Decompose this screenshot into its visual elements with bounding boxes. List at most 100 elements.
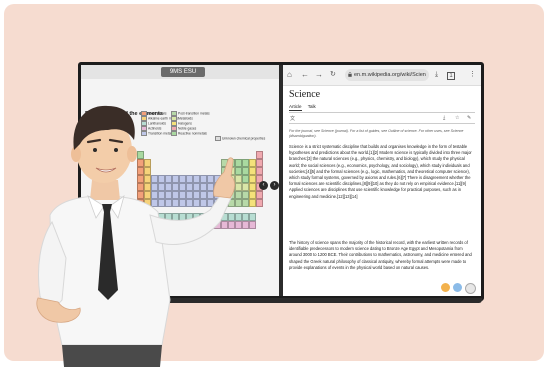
actinoid-cell[interactable] [165, 221, 172, 229]
lanthanoid-cell[interactable] [172, 213, 179, 221]
element-cell[interactable] [249, 191, 256, 199]
element-cell[interactable] [144, 175, 151, 183]
element-cell[interactable] [158, 175, 165, 183]
split-right-handle-icon[interactable]: › [270, 181, 279, 190]
lanthanoid-cell[interactable] [151, 213, 158, 221]
element-cell[interactable] [256, 159, 263, 167]
actinoid-cell[interactable] [186, 221, 193, 229]
element-cell[interactable] [144, 183, 151, 191]
element-cell[interactable] [193, 199, 200, 207]
lanthanoid-cell[interactable] [207, 213, 214, 221]
element-cell[interactable] [200, 199, 207, 207]
watch-star-icon[interactable]: ☆ [455, 115, 459, 121]
lanthanoid-cell[interactable] [165, 213, 172, 221]
element-cell[interactable] [144, 167, 151, 175]
element-cell[interactable] [186, 199, 193, 207]
element-cell[interactable] [172, 191, 179, 199]
element-cell[interactable] [249, 199, 256, 207]
lanthanoid-cell[interactable] [228, 213, 235, 221]
element-cell[interactable] [235, 167, 242, 175]
element-cell[interactable] [151, 175, 158, 183]
element-cell[interactable] [228, 175, 235, 183]
element-cell[interactable] [137, 151, 144, 159]
actinoid-cell[interactable] [221, 221, 228, 229]
tab-article[interactable]: Article [289, 104, 302, 111]
element-cell[interactable] [172, 175, 179, 183]
lanthanoid-cell[interactable] [221, 213, 228, 221]
element-cell[interactable] [221, 191, 228, 199]
element-cell[interactable] [193, 191, 200, 199]
split-left-handle-icon[interactable]: ‹ [259, 181, 268, 190]
element-cell[interactable] [137, 199, 144, 207]
element-cell[interactable] [214, 175, 221, 183]
lanthanoid-cell[interactable] [158, 213, 165, 221]
lanthanoid-cell[interactable] [235, 213, 242, 221]
element-cell[interactable] [256, 167, 263, 175]
element-cell[interactable] [221, 183, 228, 191]
element-cell[interactable] [193, 175, 200, 183]
element-cell[interactable] [179, 183, 186, 191]
element-cell[interactable] [228, 183, 235, 191]
element-cell[interactable] [207, 175, 214, 183]
element-cell[interactable] [214, 199, 221, 207]
lanthanoid-cell[interactable] [186, 213, 193, 221]
overflow-menu-icon[interactable]: ⋮ [469, 70, 476, 80]
actinoid-cell[interactable] [179, 221, 186, 229]
element-cell[interactable] [242, 183, 249, 191]
actinoid-cell[interactable] [200, 221, 207, 229]
actinoid-cell[interactable] [158, 221, 165, 229]
element-cell[interactable] [221, 175, 228, 183]
element-cell[interactable] [221, 159, 228, 167]
lanthanoid-cell[interactable] [193, 213, 200, 221]
element-cell[interactable] [242, 191, 249, 199]
element-cell[interactable] [144, 159, 151, 167]
address-bar[interactable]: en.m.wikipedia.org/wiki/Scien [345, 69, 429, 81]
lanthanoid-cell[interactable] [242, 213, 249, 221]
element-cell[interactable] [249, 159, 256, 167]
element-cell[interactable] [249, 183, 256, 191]
element-cell[interactable] [186, 191, 193, 199]
element-cell[interactable] [165, 191, 172, 199]
element-cell[interactable] [256, 191, 263, 199]
element-cell[interactable] [235, 175, 242, 183]
actinoid-cell[interactable] [242, 221, 249, 229]
actinoid-cell[interactable] [207, 221, 214, 229]
element-cell[interactable] [151, 183, 158, 191]
element-cell[interactable] [165, 183, 172, 191]
element-cell[interactable] [242, 199, 249, 207]
element-cell[interactable] [137, 175, 144, 183]
element-cell[interactable] [242, 167, 249, 175]
element-cell[interactable] [228, 191, 235, 199]
element-cell[interactable] [249, 167, 256, 175]
lanthanoid-cell[interactable] [179, 213, 186, 221]
element-cell[interactable] [137, 191, 144, 199]
actinoid-cell[interactable] [235, 221, 242, 229]
element-cell[interactable] [235, 159, 242, 167]
home-icon[interactable]: ⌂ [287, 70, 292, 80]
element-cell[interactable] [158, 183, 165, 191]
tab-talk[interactable]: Talk [308, 104, 316, 109]
element-cell[interactable] [207, 199, 214, 207]
actinoid-cell[interactable] [228, 221, 235, 229]
element-cell[interactable] [221, 199, 228, 207]
element-cell[interactable] [200, 183, 207, 191]
download-article-icon[interactable]: ⤓ [443, 115, 445, 121]
element-cell[interactable] [228, 167, 235, 175]
element-cell[interactable] [256, 199, 263, 207]
actinoid-cell[interactable] [214, 221, 221, 229]
element-cell[interactable] [186, 183, 193, 191]
element-cell[interactable] [137, 159, 144, 167]
element-cell[interactable] [228, 199, 235, 207]
element-cell[interactable] [165, 199, 172, 207]
element-cell[interactable] [179, 199, 186, 207]
element-cell[interactable] [179, 175, 186, 183]
lanthanoid-cell[interactable] [200, 213, 207, 221]
element-cell[interactable] [193, 183, 200, 191]
element-cell[interactable] [221, 167, 228, 175]
reload-icon[interactable]: ↻ [330, 70, 336, 80]
element-cell[interactable] [158, 199, 165, 207]
element-cell[interactable] [165, 175, 172, 183]
element-cell[interactable] [256, 151, 263, 159]
actinoid-cell[interactable] [193, 221, 200, 229]
annotation-tool-icon[interactable] [441, 283, 450, 292]
